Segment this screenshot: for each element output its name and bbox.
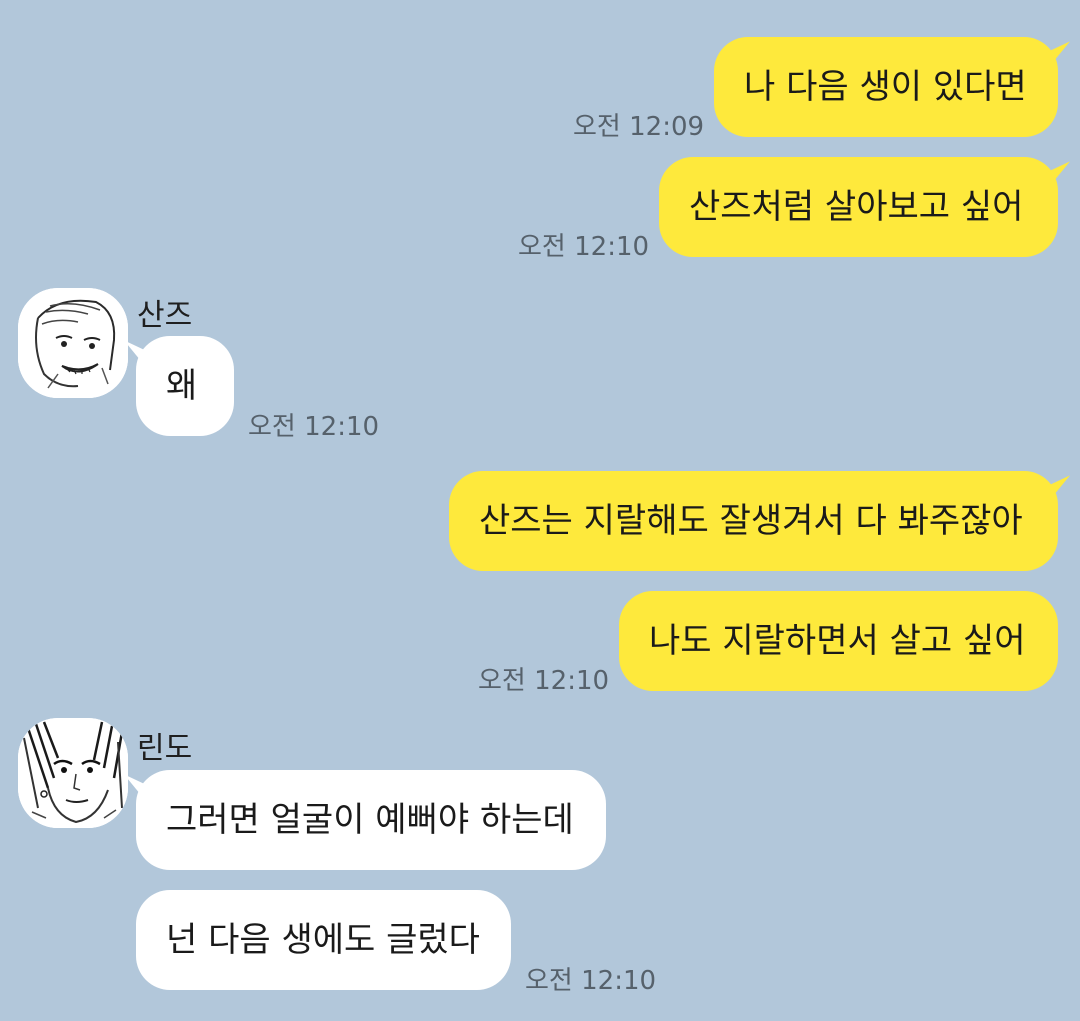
their-message-bubble[interactable]: 그러면 얼굴이 예뻐야 하는데 <box>136 770 606 870</box>
message-text: 그러면 얼굴이 예뻐야 하는데 <box>166 800 574 840</box>
their-message-bubble[interactable]: 왜 <box>136 336 234 436</box>
message-timestamp: 오전 12:09 <box>573 112 705 142</box>
my-message-bubble[interactable]: 산즈처럼 살아보고 싶어 <box>659 157 1058 257</box>
sketch-portrait-icon <box>18 288 128 398</box>
message-timestamp: 오전 12:10 <box>478 666 610 696</box>
rindo-avatar[interactable] <box>18 718 128 828</box>
message-timestamp: 오전 12:10 <box>518 232 650 262</box>
sender-name: 린도 <box>137 731 193 766</box>
my-message-bubble[interactable]: 나 다음 생이 있다면 <box>714 37 1058 137</box>
sender-name: 산즈 <box>137 298 193 333</box>
my-message-bubble[interactable]: 산즈는 지랄해도 잘생겨서 다 봐주잖아 <box>449 471 1058 571</box>
their-message-bubble[interactable]: 넌 다음 생에도 글렀다 <box>136 890 511 990</box>
message-text: 산즈처럼 살아보고 싶어 <box>689 187 1024 227</box>
message-text: 나도 지랄하면서 살고 싶어 <box>649 621 1026 661</box>
message-timestamp: 오전 12:10 <box>525 966 657 996</box>
chat-room: 나 다음 생이 있다면 오전 12:09 산즈처럼 살아보고 싶어 오전 12:… <box>0 0 1080 1021</box>
message-timestamp: 오전 12:10 <box>248 412 380 442</box>
sketch-portrait-icon <box>18 718 128 828</box>
message-text: 산즈는 지랄해도 잘생겨서 다 봐주잖아 <box>479 501 1023 541</box>
message-text: 나 다음 생이 있다면 <box>744 67 1027 107</box>
my-message-bubble[interactable]: 나도 지랄하면서 살고 싶어 <box>619 591 1058 691</box>
message-text: 넌 다음 생에도 글렀다 <box>166 920 480 960</box>
sanzu-avatar[interactable] <box>18 288 128 398</box>
message-text: 왜 <box>166 366 198 406</box>
